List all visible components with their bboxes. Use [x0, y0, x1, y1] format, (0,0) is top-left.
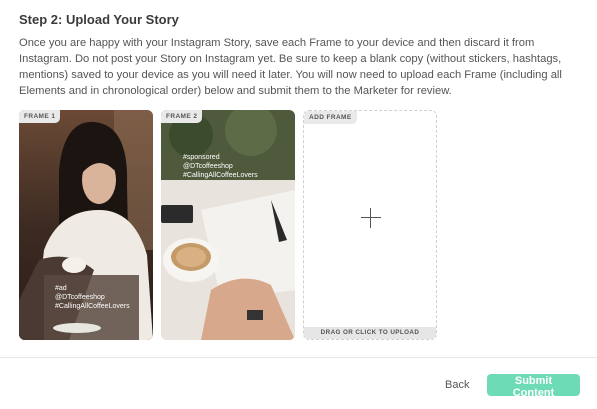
- frame-1-hashtag: #CallingAllCoffeeLovers: [55, 303, 130, 310]
- frame-card-2[interactable]: FRAME 2 #sponsored @DTcoffeeshop #Callin…: [161, 110, 295, 340]
- frame-2-hashtag: #CallingAllCoffeeLovers: [183, 172, 258, 179]
- frame-1-label: FRAME 1: [19, 110, 61, 123]
- frame-1-mention: @DTcoffeeshop: [55, 294, 105, 301]
- frame-2-hashtag-sponsored: #sponsored: [183, 154, 220, 161]
- frame-2-mention: @DTcoffeeshop: [183, 163, 233, 170]
- frame-card-1[interactable]: FRAME 1 #ad @DTcoffeeshop #CallingAllCof…: [19, 110, 153, 340]
- frame-1-overlay: #ad @DTcoffeeshop #CallingAllCoffeeLover…: [55, 284, 130, 311]
- frame-2-overlay: #sponsored @DTcoffeeshop #CallingAllCoff…: [183, 153, 258, 180]
- upload-instruction[interactable]: DRAG OR CLICK TO UPLOAD: [304, 327, 436, 339]
- footer-divider: [0, 357, 597, 358]
- back-button[interactable]: Back: [441, 374, 473, 396]
- frame-2-label: FRAME 2: [161, 110, 203, 123]
- plus-icon[interactable]: [361, 208, 381, 228]
- add-frame-label: ADD FRAME: [304, 111, 357, 124]
- add-frame-dropzone[interactable]: ADD FRAME DRAG OR CLICK TO UPLOAD: [303, 110, 437, 340]
- submit-content-button[interactable]: Submit Content: [487, 374, 580, 399]
- frame-2-image: [161, 110, 295, 340]
- step-title: Step 2: Upload Your Story: [19, 12, 179, 27]
- frame-1-hashtag-ad: #ad: [55, 285, 67, 292]
- step-description: Once you are happy with your Instagram S…: [19, 37, 562, 97]
